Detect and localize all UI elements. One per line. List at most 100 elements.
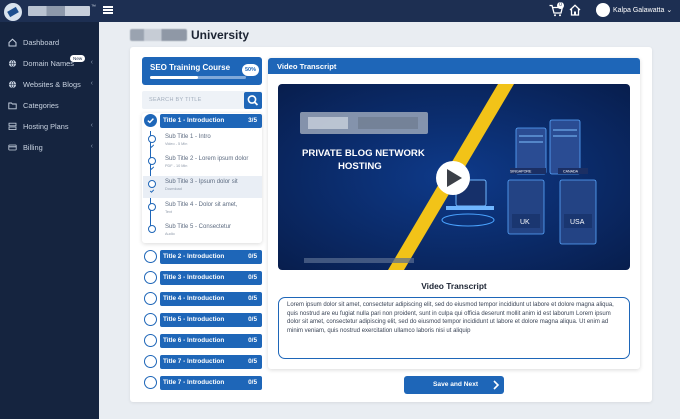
sidebar-item-label: Billing [23,143,43,152]
sidebar-item-categories[interactable]: Categories [0,98,99,114]
check-icon [149,144,155,148]
subtitle-status [148,203,156,211]
hamburger-menu-icon[interactable] [103,6,113,14]
transcript-panel-header: Video Transcript [268,58,640,74]
subtitle-title: Sub Title 4 - Dolor sit amet, [165,202,238,208]
dashboard-icon [8,38,17,47]
subtitle-meta: PDF - 10 Min [165,164,188,168]
check-icon [149,189,155,193]
transcript-title: Video Transcript [421,281,487,291]
section-title: Title 2 - Introduction [163,253,225,260]
search-icon [247,95,259,106]
check-icon [149,166,155,170]
section-title-bar[interactable]: Title 7 - Introduction 0/5 [160,355,262,369]
video-headline-line-1: PRIVATE BLOG NETWORK [302,148,425,159]
section-progress-count: 0/5 [248,337,257,344]
trademark-mark: ™ [91,4,96,10]
user-menu[interactable]: Kalpa Galawatta ⌄ [613,6,672,14]
subtitle-title: Sub Title 1 - Intro [165,134,211,140]
top-bar: ™ 0 Kalpa Galawatta ⌄ [0,0,680,22]
section-title: Title 6 - Introduction [163,337,225,344]
course-progress-fill [150,76,198,79]
page-title: University [191,28,250,42]
globe-icon [8,80,17,89]
sidebar-item-domain-names[interactable]: Domain Names New ‹ [0,55,99,72]
chevron-down-icon: ⌄ [666,7,673,14]
subtitle-meta: Download [165,187,182,191]
subtitle-item[interactable]: Sub Title 4 - Dolor sit amet, Text [143,199,262,221]
section-status-circle[interactable] [144,292,157,305]
cart-count-badge: 0 [557,2,564,9]
section-title-bar[interactable]: Title 2 - Introduction 0/5 [160,250,262,264]
subtitle-title: Sub Title 5 - Consectetur [165,224,232,230]
subtitle-item[interactable]: Sub Title 5 - Consectetur Audio [143,221,262,243]
section-title-bar[interactable]: Title 7 - Introduction 0/5 [160,376,262,390]
sidebar: Dashboard Domain Names New ‹ Websites & … [0,22,99,419]
section-status-check[interactable] [144,114,157,127]
chevron-left-icon: ‹ [90,80,93,87]
sidebar-item-label: Dashboard [23,38,60,47]
section-progress-count: 0/5 [248,274,257,281]
subtitle-meta: Video - 5 Min [165,142,188,146]
course-title: SEO Training Course [150,63,231,72]
section-status-circle[interactable] [144,271,157,284]
video-player[interactable]: PRIVATE BLOG NETWORK HOSTING SINGAPORE C… [278,84,630,270]
section-status-circle[interactable] [144,334,157,347]
section-status-circle[interactable] [144,376,157,389]
subtitle-status [148,225,156,233]
subtitle-check [148,135,156,148]
server-icon [8,122,17,130]
subtitle-item[interactable]: Sub Title 2 - Lorem ipsum dolor PDF - 10… [143,153,262,175]
section-title-bar[interactable]: Title 3 - Introduction 0/5 [160,271,262,285]
section-title: Title 3 - Introduction [163,274,225,281]
transcript-text-box: Lorem ipsum dolor sit amet, consectetur … [278,297,630,359]
brand-logo[interactable] [4,3,22,21]
server-label: CANADA [563,170,579,174]
sidebar-item-websites-blogs[interactable]: Websites & Blogs ‹ [0,77,99,93]
section-title-bar[interactable]: Title 6 - Introduction 0/5 [160,334,262,348]
new-badge: New [70,55,86,62]
sidebar-item-label: Websites & Blogs [23,80,81,89]
video-thumbnail: PRIVATE BLOG NETWORK HOSTING SINGAPORE C… [278,84,630,270]
section-title: Title 4 - Introduction [163,295,225,302]
chevron-left-icon: ‹ [90,59,93,66]
section-title: Title 5 - Introduction [163,316,225,323]
course-progress-percent: 50% [242,64,259,76]
sidebar-item-label: Hosting Plans [23,122,69,131]
play-icon [436,161,470,195]
sidebar-item-dashboard[interactable]: Dashboard [0,35,99,51]
section-title-bar[interactable]: Title 5 - Introduction 0/5 [160,313,262,327]
search-input[interactable] [142,91,242,109]
sidebar-item-billing[interactable]: Billing ‹ [0,140,99,156]
subtitle-check [148,180,156,193]
section-title: Title 7 - Introduction [163,379,225,386]
sidebar-item-hosting-plans[interactable]: Hosting Plans ‹ [0,119,99,135]
folder-icon [8,102,17,110]
course-progress-bar [150,76,246,79]
section-title: Title 1 - Introduction [163,117,225,124]
subtitle-item-active[interactable]: Sub Title 3 - Ipsum dolor sit Download [143,176,262,198]
save-and-next-button[interactable]: Save and Next [404,376,504,394]
subtitle-item[interactable]: Sub Title 1 - Intro Video - 5 Min [143,131,262,153]
transcript-panel-title: Video Transcript [277,62,337,71]
chevron-left-icon: ‹ [90,122,93,129]
section-status-circle[interactable] [144,250,157,263]
user-name: Kalpa Galawatta [613,7,665,14]
search-button[interactable] [244,92,262,109]
sidebar-item-label: Categories [23,101,59,110]
section-progress-count: 0/5 [248,358,257,365]
user-avatar[interactable] [596,3,610,17]
section-title-bar[interactable]: Title 4 - Introduction 0/5 [160,292,262,306]
chevron-left-icon: ‹ [90,143,93,150]
home-icon[interactable] [569,4,581,16]
section-status-circle[interactable] [144,355,157,368]
subtitle-title: Sub Title 2 - Lorem ipsum dolor [165,156,249,162]
section-progress-count: 0/5 [248,379,257,386]
section-title-bar[interactable]: Title 1 - Introduction 3/5 [160,114,262,128]
section-status-circle[interactable] [144,313,157,326]
section-progress-count: 0/5 [248,316,257,323]
subtitle-meta: Text [165,210,172,214]
course-header: SEO Training Course 50% [142,57,262,85]
credit-card-icon [8,144,17,151]
subtitle-meta: Audio [165,232,175,236]
